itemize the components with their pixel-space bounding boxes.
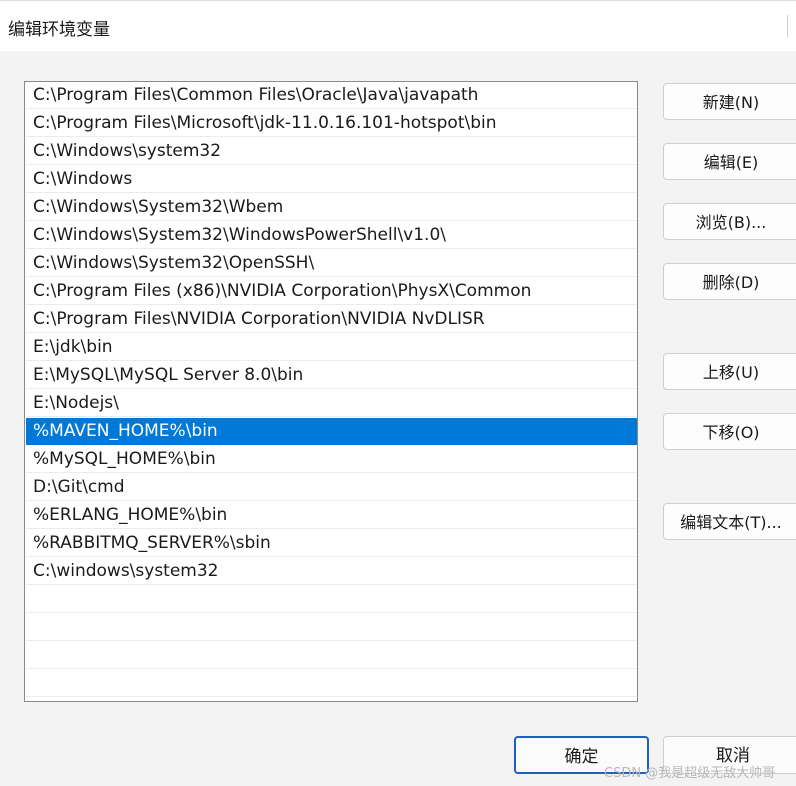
list-item[interactable]: D:\Git\cmd [26,474,637,501]
list-item[interactable]: C:\Program Files (x86)\NVIDIA Corporatio… [26,278,637,305]
list-item[interactable]: %RABBITMQ_SERVER%\sbin [26,530,637,557]
list-item[interactable]: E:\MySQL\MySQL Server 8.0\bin [26,362,637,389]
move-up-button[interactable]: 上移(U) [663,353,796,390]
list-item[interactable]: C:\Windows\System32\WindowsPowerShell\v1… [26,222,637,249]
watermark: CSDN @我是超级无敌大帅哥 [604,766,776,781]
list-item[interactable]: %MySQL_HOME%\bin [26,446,637,473]
window-title: 编辑环境变量 [8,20,110,40]
empty-list-row[interactable] [26,670,637,697]
empty-list-row[interactable] [26,614,637,641]
browse-button[interactable]: 浏览(B)... [663,203,796,240]
delete-button[interactable]: 删除(D) [663,263,796,300]
list-item[interactable]: E:\jdk\bin [26,334,637,361]
list-item[interactable]: C:\Windows\System32\Wbem [26,194,637,221]
empty-list-row[interactable] [26,586,637,613]
list-item[interactable]: C:\Windows\system32 [26,138,637,165]
list-item[interactable]: C:\windows\system32 [26,558,637,585]
list-item[interactable]: C:\Program Files\Microsoft\jdk-11.0.16.1… [26,110,637,137]
title-bar-edge [787,15,796,37]
move-down-button[interactable]: 下移(O) [663,413,796,450]
list-item[interactable]: C:\Program Files\NVIDIA Corporation\NVID… [26,306,637,333]
list-item[interactable]: C:\Windows\System32\OpenSSH\ [26,250,637,277]
list-item[interactable]: C:\Program Files\Common Files\Oracle\Jav… [26,82,637,109]
title-bar: 编辑环境变量 [0,0,796,51]
edit-button[interactable]: 编辑(E) [663,143,796,180]
list-item[interactable]: %ERLANG_HOME%\bin [26,502,637,529]
empty-list-row[interactable] [26,642,637,669]
edit-text-button[interactable]: 编辑文本(T)... [663,503,796,540]
path-list[interactable]: C:\Program Files\Common Files\Oracle\Jav… [24,81,638,702]
list-item[interactable]: E:\Nodejs\ [26,390,637,417]
new-button[interactable]: 新建(N) [663,83,796,120]
list-item[interactable]: C:\Windows [26,166,637,193]
list-item[interactable]: %MAVEN_HOME%\bin [26,418,637,445]
